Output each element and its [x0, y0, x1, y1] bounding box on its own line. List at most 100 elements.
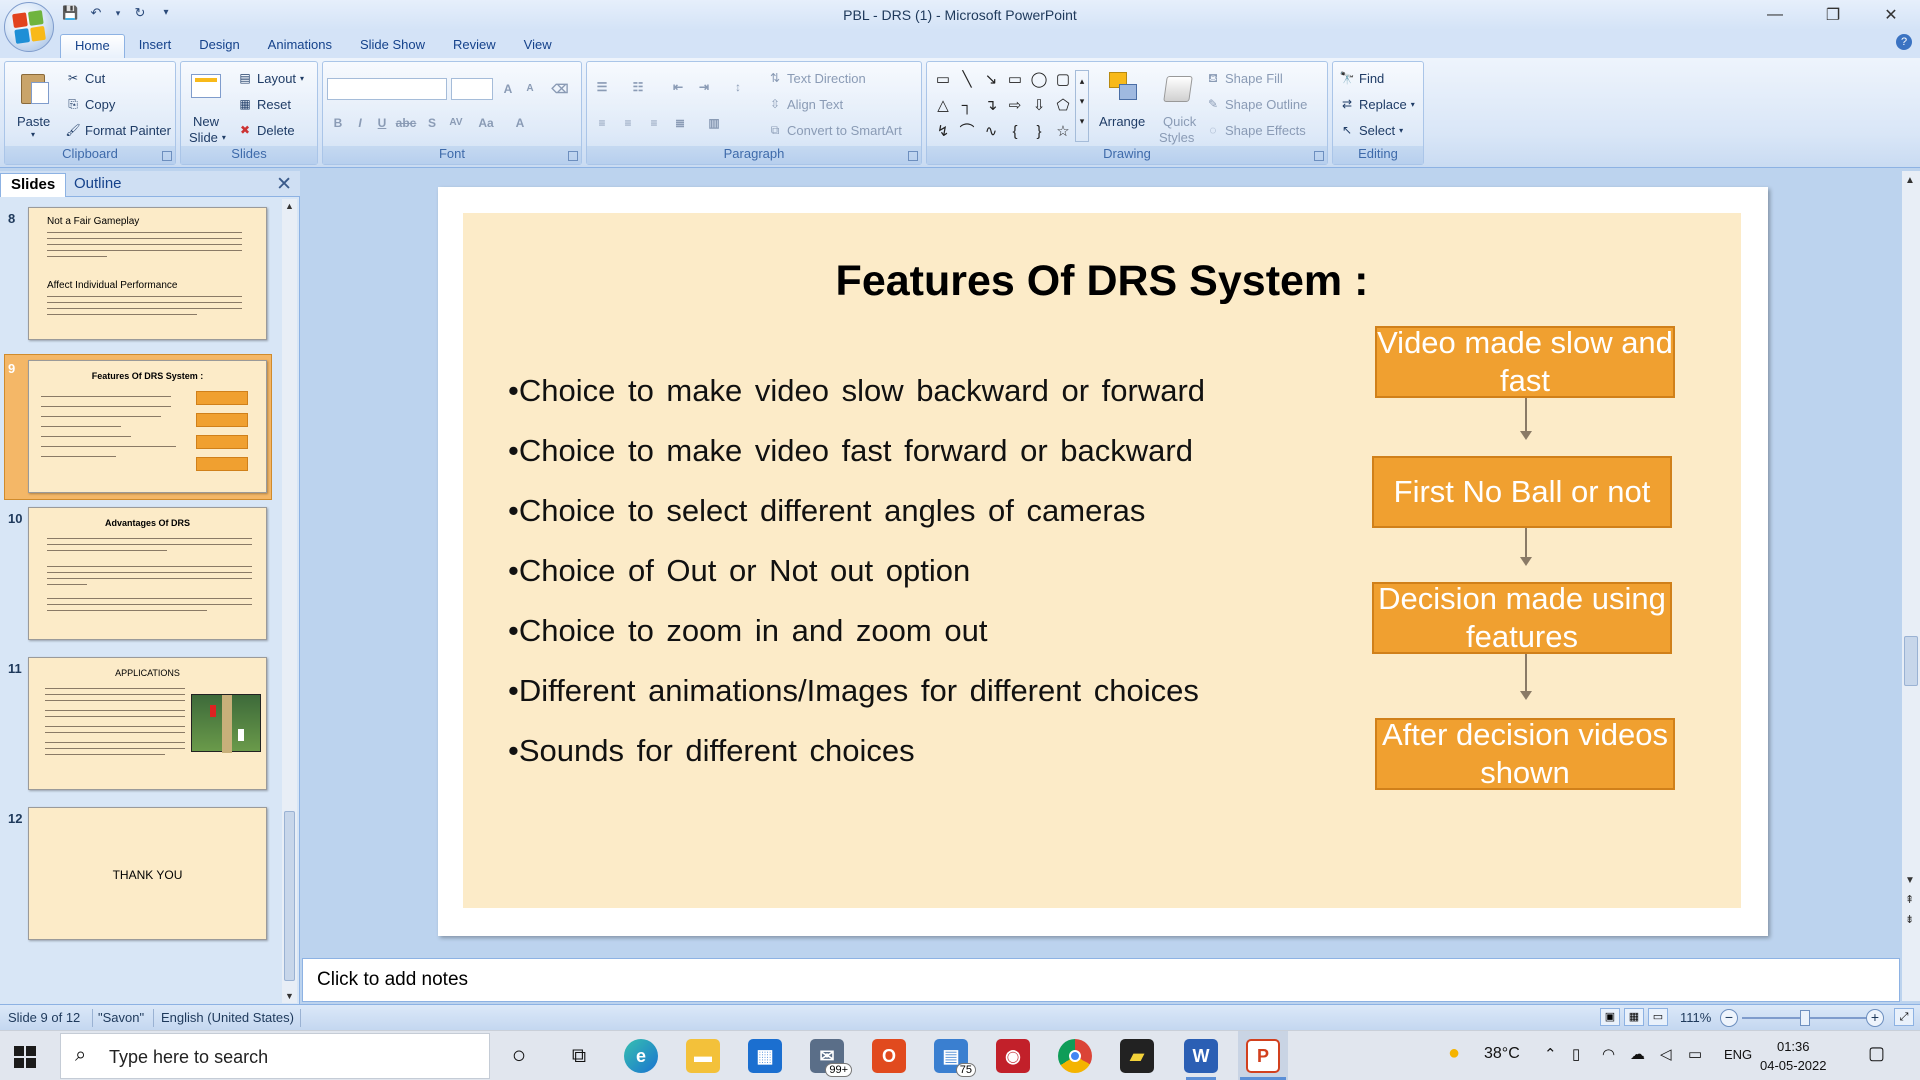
meet-now-icon[interactable]: ▯ [1572, 1045, 1580, 1063]
tray-chevron-icon[interactable]: ⌃ [1544, 1045, 1557, 1063]
convert-smartart-button[interactable]: ⧉ Convert to SmartArt [767, 122, 902, 138]
rounded-rect-shape-icon[interactable]: ▢ [1053, 70, 1073, 90]
files-icon[interactable]: ▤ 75 [934, 1039, 976, 1077]
edge-icon[interactable]: e [624, 1039, 658, 1073]
arc-shape-icon[interactable]: ⌒ [957, 122, 977, 142]
arrow-line-shape-icon[interactable]: ↘ [981, 70, 1001, 90]
paste-button[interactable]: Paste [17, 114, 50, 129]
scroll-thumb[interactable] [1904, 636, 1918, 686]
align-right-icon[interactable]: ≡ [643, 112, 665, 134]
char-spacing-icon[interactable]: AV [445, 112, 467, 134]
slide-bullet-list[interactable]: •Choice to make video slow backward or f… [508, 371, 1205, 791]
right-brace-icon[interactable]: } [1029, 122, 1049, 142]
paste-dropdown-icon[interactable]: ▾ [31, 130, 35, 139]
increase-indent-icon[interactable]: ⇥ [693, 76, 715, 98]
grow-font-icon[interactable]: A [497, 78, 519, 100]
shrink-font-icon[interactable]: A [519, 78, 541, 100]
down-arrow-shape-icon[interactable]: ⇩ [1029, 96, 1049, 116]
quick-styles-icon[interactable] [1161, 72, 1195, 106]
justify-icon[interactable]: ≣ [669, 112, 691, 134]
star-shape-icon[interactable]: ☆ [1053, 122, 1073, 142]
fit-to-window-icon[interactable]: ⤢ [1894, 1008, 1914, 1026]
shapes-more-icon[interactable]: ▴ ▾ ▾ [1075, 70, 1089, 142]
rectangle-shape-icon[interactable]: ▭ [1005, 70, 1025, 90]
battery-icon[interactable]: ▭ [1688, 1045, 1702, 1063]
triangle-shape-icon[interactable]: △ [933, 96, 953, 116]
system-clock[interactable]: 01:36 04-05-2022 [1760, 1037, 1827, 1075]
shadow-icon[interactable]: S [421, 112, 443, 134]
zoom-in-icon[interactable]: + [1866, 1009, 1884, 1027]
align-left-icon[interactable]: ≡ [591, 112, 613, 134]
tab-slide-show[interactable]: Slide Show [346, 34, 439, 58]
wifi-icon[interactable]: ◠ [1602, 1045, 1615, 1063]
screen-recorder-icon[interactable]: ◉ [996, 1039, 1030, 1073]
taskbar-search-box[interactable]: ⌕ Type here to search [60, 1033, 490, 1079]
chrome-icon[interactable] [1058, 1039, 1092, 1073]
slide-thumbnail-12[interactable]: THANK YOU [28, 807, 267, 940]
close-button[interactable]: ✕ [1862, 0, 1920, 30]
slide-thumbnail-10[interactable]: Advantages Of DRS [28, 507, 267, 640]
columns-icon[interactable]: ▥ [703, 112, 725, 134]
tab-outline[interactable]: Outline [64, 173, 132, 197]
tab-view[interactable]: View [510, 34, 566, 58]
lightning-shape-icon[interactable]: ↯ [933, 122, 953, 142]
tab-slides[interactable]: Slides [0, 173, 67, 197]
paragraph-launcher-icon[interactable] [908, 151, 918, 161]
underline-icon[interactable]: U [371, 112, 393, 134]
curve-shape-icon[interactable]: ∿ [981, 122, 1001, 142]
cortana-icon[interactable]: ○ [502, 1039, 536, 1073]
mail-icon[interactable]: ✉ 99+ [810, 1039, 852, 1077]
clipboard-launcher-icon[interactable] [162, 151, 172, 161]
tab-insert[interactable]: Insert [125, 34, 186, 58]
notifications-icon[interactable]: ▢ [1868, 1043, 1885, 1064]
textbox-shape-icon[interactable]: ▭ [933, 70, 953, 90]
align-center-icon[interactable]: ≡ [617, 112, 639, 134]
scroll-up-icon[interactable]: ▲ [1905, 175, 1915, 186]
quick-styles-label-1[interactable]: Quick [1163, 114, 1196, 129]
scroll-down-icon[interactable]: ▼ [285, 991, 294, 1001]
slide-thumbnail-11[interactable]: APPLICATIONS [28, 657, 267, 790]
align-text-button[interactable]: ⇳ Align Text [767, 96, 843, 112]
store-icon[interactable]: ▦ [748, 1039, 782, 1073]
normal-view-icon[interactable]: ▣ [1600, 1008, 1620, 1026]
editor-scrollbar[interactable]: ▲ ▼ ⇞ ⇟ [1902, 171, 1920, 1001]
powerpoint-icon[interactable]: P [1246, 1039, 1280, 1073]
new-slide-label-1[interactable]: New [193, 114, 219, 129]
italic-icon[interactable]: I [349, 112, 371, 134]
zoom-out-icon[interactable]: − [1720, 1009, 1738, 1027]
weather-temp[interactable]: 38°C [1484, 1045, 1520, 1063]
font-size-input[interactable] [451, 78, 493, 100]
right-arrow-shape-icon[interactable]: ⇨ [1005, 96, 1025, 116]
slide-thumbnail-8[interactable]: Not a Fair Gameplay Affect Individual Pe… [28, 207, 267, 340]
left-brace-icon[interactable]: { [1005, 122, 1025, 142]
flow-box-1[interactable]: Video made slow and fast [1375, 325, 1675, 398]
scroll-down-icon[interactable]: ▼ [1905, 875, 1915, 886]
new-slide-label-2[interactable]: Slide ▾ [189, 130, 226, 145]
tab-animations[interactable]: Animations [254, 34, 346, 58]
oval-shape-icon[interactable]: ◯ [1029, 70, 1049, 90]
slides-panel-scrollbar[interactable]: ▲ ▼ [282, 199, 297, 1003]
font-color-icon[interactable]: A [509, 112, 531, 134]
find-button[interactable]: 🔭 Find [1339, 70, 1385, 86]
theme-name[interactable]: "Savon" [98, 1010, 144, 1025]
office-button[interactable] [4, 2, 54, 52]
flow-box-3[interactable]: Decision made using features [1372, 581, 1672, 654]
scroll-thumb[interactable] [284, 811, 295, 981]
strikethrough-icon[interactable]: abc [395, 112, 417, 134]
clear-formatting-icon[interactable]: ⌫ [549, 78, 571, 100]
cloud-icon[interactable]: ☁ [1630, 1045, 1645, 1063]
paste-icon[interactable] [17, 72, 51, 106]
slide-canvas[interactable]: Features Of DRS System : •Choice to make… [438, 187, 1768, 936]
reset-button[interactable]: ▦ Reset [237, 96, 291, 112]
elbow-arrow-icon[interactable]: ↴ [981, 96, 1001, 116]
input-language[interactable]: ENG [1724, 1047, 1752, 1062]
shape-effects-button[interactable]: ◌ Shape Effects [1205, 122, 1305, 138]
slide-thumbnail-9[interactable]: Features Of DRS System : [28, 360, 267, 493]
tab-design[interactable]: Design [185, 34, 253, 58]
elbow-connector-icon[interactable]: ┐ [957, 96, 977, 116]
new-slide-icon[interactable] [189, 70, 223, 104]
font-name-input[interactable] [327, 78, 447, 100]
zoom-slider-thumb[interactable] [1800, 1010, 1810, 1026]
previous-slide-icon[interactable]: ⇞ [1905, 893, 1914, 906]
office-icon[interactable]: O [872, 1039, 906, 1073]
